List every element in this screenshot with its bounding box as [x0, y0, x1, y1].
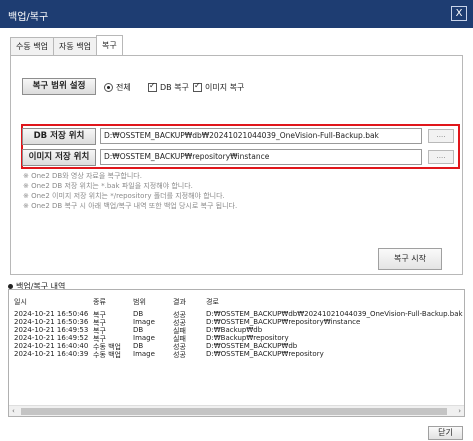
- db-path-label: DB 저장 위치: [22, 128, 96, 145]
- column-header-scope[interactable]: 범위: [133, 297, 146, 307]
- cell-path: D:₩OSSTEM_BACKUP₩repository₩instance: [206, 318, 361, 326]
- cell-datetime: 2024-10-21 16:50:36: [14, 318, 89, 326]
- image-browse-button[interactable]: ....: [428, 150, 454, 164]
- option-db-restore[interactable]: DB 복구: [148, 81, 189, 93]
- cell-datetime: 2024-10-21 16:49:52: [14, 334, 89, 342]
- option-db-label: DB 복구: [160, 83, 189, 92]
- cell-result: 성공: [173, 351, 186, 359]
- title-bar: 백업/복구 X: [0, 0, 473, 28]
- cell-datetime: 2024-10-21 16:40:39: [14, 350, 89, 358]
- cell-path: D:₩OSSTEM_BACKUP₩repository: [206, 350, 324, 358]
- image-path-label: 이미지 저장 위치: [22, 149, 96, 166]
- table-row[interactable]: 2024-10-21 16:50:36 복구 Image 성공 D:₩OSSTEM_BA…: [9, 318, 464, 327]
- cell-datetime: 2024-10-21 16:49:53: [14, 326, 89, 334]
- tab-restore[interactable]: 복구: [95, 35, 123, 55]
- close-button[interactable]: 닫기: [428, 426, 463, 440]
- db-browse-button[interactable]: ....: [428, 129, 454, 143]
- cell-scope: DB: [133, 342, 144, 350]
- cell-path: D:₩Backup₩db: [206, 326, 263, 334]
- table-row[interactable]: 2024-10-21 16:49:52 복구 Image 실패 D:₩Backup₩re…: [9, 334, 464, 343]
- scrollbar-thumb[interactable]: [21, 408, 447, 415]
- column-header-path[interactable]: 경로: [206, 297, 219, 307]
- cell-scope: DB: [133, 310, 144, 318]
- radio-icon[interactable]: [104, 83, 113, 92]
- cell-path: D:₩OSSTEM_BACKUP₩db₩20241021044039_OneVi…: [206, 310, 463, 318]
- scroll-right-icon[interactable]: ›: [458, 406, 461, 416]
- tab-bar: 수동 백업 자동 백업 복구: [10, 35, 123, 55]
- table-row[interactable]: 2024-10-21 16:50:46 복구 DB 성공 D:₩OSSTEM_BACKU…: [9, 310, 464, 319]
- cell-type: 수동 백업: [93, 351, 121, 359]
- image-path-field[interactable]: D:₩OSSTEM_BACKUP₩repository₩instance: [100, 149, 422, 165]
- column-header-result[interactable]: 결과: [173, 297, 186, 307]
- close-icon[interactable]: X: [451, 6, 467, 21]
- checkbox-icon[interactable]: [193, 81, 202, 92]
- start-restore-button[interactable]: 복구 시작: [378, 248, 442, 270]
- scroll-left-icon[interactable]: ‹: [12, 406, 15, 416]
- option-image-label: 이미지 복구: [205, 83, 245, 92]
- option-image-restore[interactable]: 이미지 복구: [193, 81, 245, 93]
- note-1: ※ One2 DB와 영상 자료을 복구합니다.: [23, 172, 142, 180]
- history-list[interactable]: 일시 종류 범위 결과 경로 2024-10-21 16:50:46 복구 DB 성공…: [8, 289, 465, 417]
- tab-manual-backup[interactable]: 수동 백업: [10, 37, 54, 55]
- cell-datetime: 2024-10-21 16:50:46: [14, 310, 89, 318]
- note-3: ※ One2 이미지 저장 위치는 */repository 폴더를 지정해야 …: [23, 192, 225, 200]
- cell-path: D:₩Backup₩repository: [206, 334, 289, 342]
- table-row[interactable]: 2024-10-21 16:49:53 복구 DB 실패 D:₩Backup₩db: [9, 326, 464, 335]
- option-all-label: 전체: [116, 83, 131, 92]
- table-row[interactable]: 2024-10-21 16:40:40 수동 백업 DB 성공 D:₩OSSTEM_BA…: [9, 342, 464, 351]
- range-label: 복구 범위 설정: [22, 78, 96, 95]
- column-header-type[interactable]: 종류: [93, 297, 106, 307]
- cell-scope: Image: [133, 318, 155, 326]
- horizontal-scrollbar[interactable]: ‹ ›: [9, 405, 464, 416]
- cell-datetime: 2024-10-21 16:40:40: [14, 342, 89, 350]
- table-row[interactable]: 2024-10-21 16:40:39 수동 백업 Image 성공 D:₩OSSTEM…: [9, 350, 464, 359]
- db-path-field[interactable]: D:₩OSSTEM_BACKUP₩db₩20241021044039_OneVi…: [100, 128, 422, 144]
- window-title: 백업/복구: [8, 12, 49, 23]
- cell-path: D:₩OSSTEM_BACKUP₩db: [206, 342, 298, 350]
- cell-scope: Image: [133, 350, 155, 358]
- checkbox-icon[interactable]: [148, 81, 157, 92]
- column-header-datetime[interactable]: 일시: [14, 297, 27, 307]
- cell-scope: Image: [133, 334, 155, 342]
- option-all[interactable]: 전체: [104, 82, 131, 93]
- note-4: ※ One2 DB 복구 시 아래 백업/복구 내역 또한 백업 당시로 복구 …: [23, 202, 238, 210]
- tab-auto-backup[interactable]: 자동 백업: [52, 37, 97, 55]
- cell-scope: DB: [133, 326, 144, 334]
- note-2: ※ One2 DB 저장 위치는 *.bak 파일을 지정해야 합니다.: [23, 182, 193, 190]
